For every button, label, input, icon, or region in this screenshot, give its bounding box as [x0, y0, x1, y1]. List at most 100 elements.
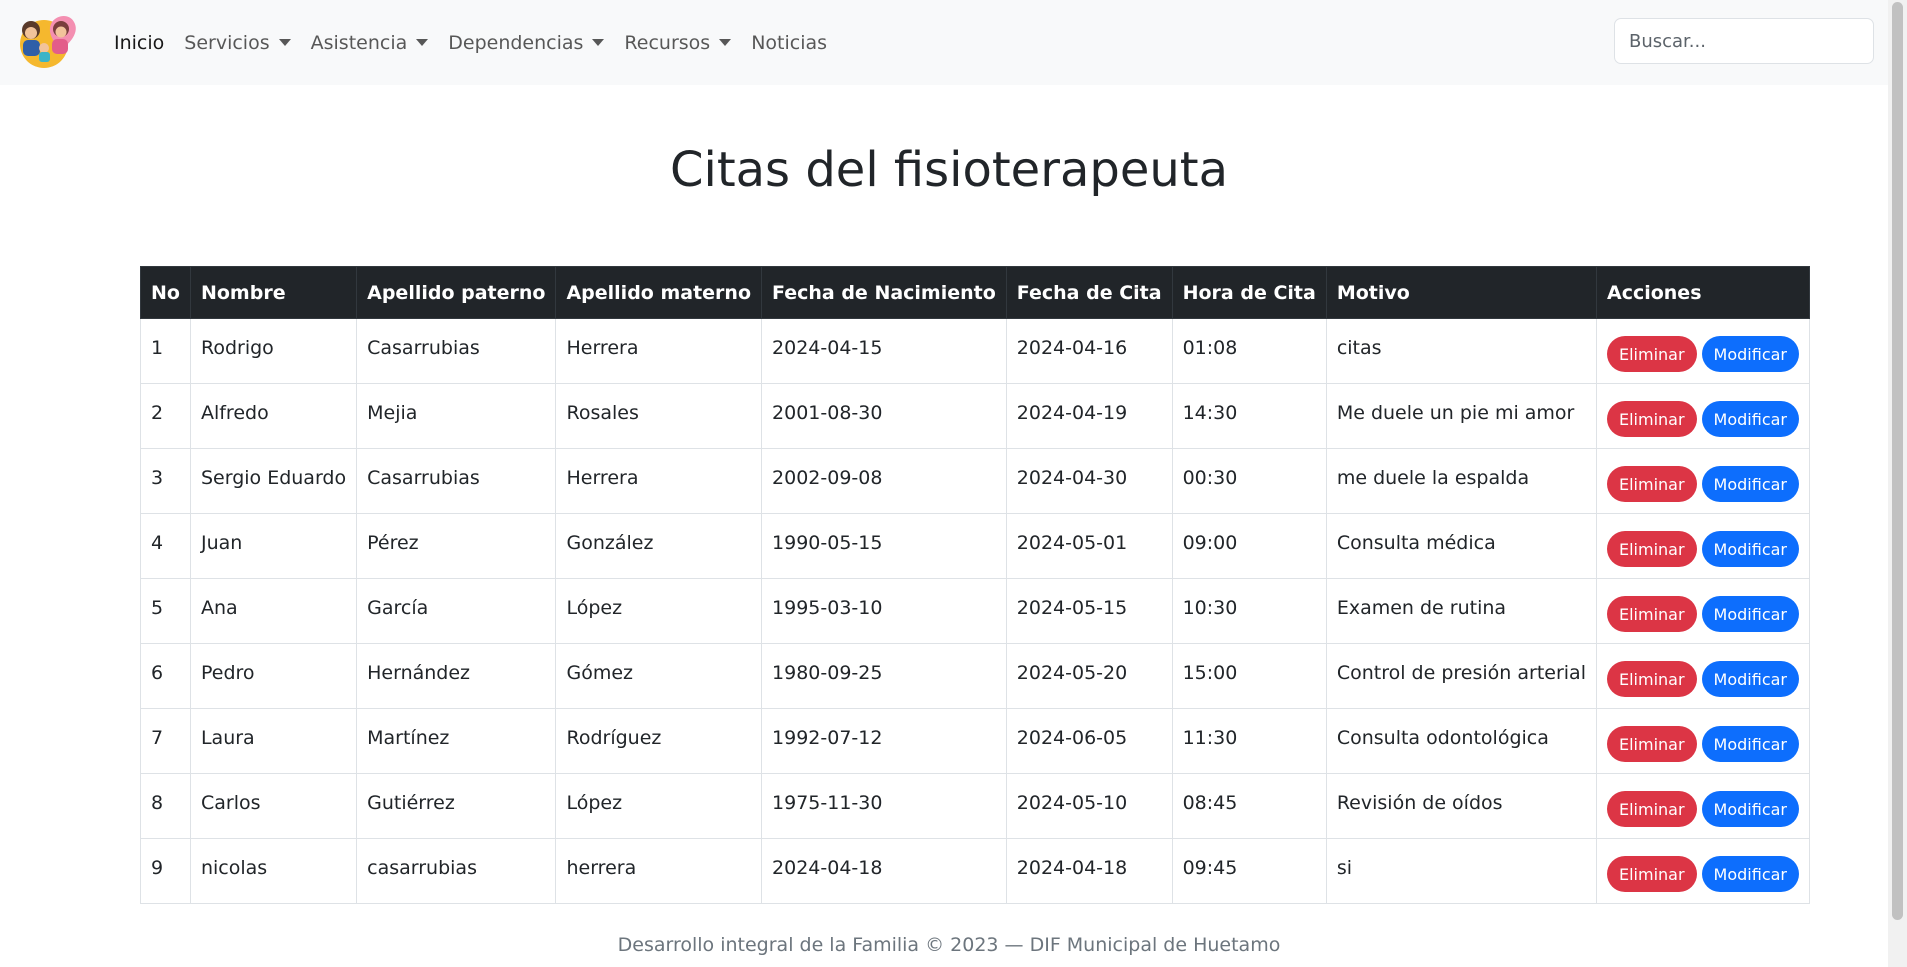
cell-hora-cita: 00:30 — [1171, 448, 1327, 514]
modify-button[interactable]: Modificar — [1701, 531, 1799, 567]
search-input[interactable] — [1614, 18, 1874, 64]
cell-apellido-materno: Herrera — [555, 448, 763, 514]
cell-fecha-cita: 2024-06-05 — [1005, 708, 1173, 774]
footer: Desarrollo integral de la Familia © 2023… — [617, 934, 1281, 956]
cell-no: 8 — [140, 773, 191, 839]
cell-fecha-nacimiento: 1992-07-12 — [761, 708, 1007, 774]
scrollbar-thumb[interactable] — [1892, 2, 1903, 920]
cell-no: 1 — [140, 318, 191, 384]
delete-button[interactable]: Eliminar — [1606, 466, 1697, 502]
cell-hora-cita: 15:00 — [1171, 643, 1327, 709]
family-logo-icon[interactable] — [14, 12, 84, 70]
cell-apellido-paterno: Casarrubias — [356, 318, 557, 384]
cell-apellido-materno: González — [555, 513, 763, 579]
nav-servicios-label: Servicios — [184, 31, 270, 54]
cell-acciones: Eliminar Modificar — [1595, 513, 1811, 579]
delete-button[interactable]: Eliminar — [1606, 596, 1697, 632]
navbar: Inicio Servicios Asistencia Dependencias… — [0, 0, 1888, 85]
cell-hora-cita: 01:08 — [1171, 318, 1327, 384]
table-header-row: No Nombre Apellido paterno Apellido mate… — [140, 266, 1811, 319]
column-header-apellido-paterno: Apellido paterno — [356, 266, 557, 319]
cell-hora-cita: 09:45 — [1171, 838, 1327, 904]
nav-dependencias-dropdown[interactable]: Dependencias — [448, 31, 605, 54]
cell-acciones: Eliminar Modificar — [1595, 578, 1811, 644]
table-row: 9 nicolas casarrubias herrera 2024-04-18 2024… — [140, 838, 1811, 904]
cell-no: 4 — [140, 513, 191, 579]
cell-no: 5 — [140, 578, 191, 644]
modify-button[interactable]: Modificar — [1701, 726, 1799, 762]
modify-button[interactable]: Modificar — [1701, 791, 1799, 827]
table-body: 1 Rodrigo Casarrubias Herrera 2024-04-15 2024… — [140, 318, 1811, 904]
cell-apellido-paterno: Martínez — [356, 708, 557, 774]
column-header-apellido-materno: Apellido materno — [555, 266, 763, 319]
table-row: 7 Laura Martínez Rodríguez 1992-07-12 2024-06… — [140, 708, 1811, 774]
cell-acciones: Eliminar Modificar — [1595, 643, 1811, 709]
cell-motivo: Revisión de oídos — [1325, 773, 1597, 839]
column-header-no: No — [140, 266, 191, 319]
cell-motivo: Consulta odontológica — [1325, 708, 1597, 774]
cell-apellido-paterno: García — [356, 578, 557, 644]
modify-button[interactable]: Modificar — [1701, 466, 1799, 502]
delete-button[interactable]: Eliminar — [1606, 336, 1697, 372]
cell-no: 3 — [140, 448, 191, 514]
column-header-hora-cita: Hora de Cita — [1171, 266, 1327, 319]
cell-apellido-paterno: Pérez — [356, 513, 557, 579]
nav-asistencia-dropdown[interactable]: Asistencia — [311, 32, 429, 54]
modify-button[interactable]: Modificar — [1701, 401, 1799, 437]
cell-apellido-materno: herrera — [555, 838, 763, 904]
cell-fecha-cita: 2024-04-16 — [1005, 318, 1173, 384]
table-row: 1 Rodrigo Casarrubias Herrera 2024-04-15 2024… — [140, 318, 1811, 384]
table-row: 5 Ana García López 1995-03-10 2024-05-15 10:30… — [140, 578, 1811, 644]
cell-acciones: Eliminar Modificar — [1595, 318, 1811, 384]
column-header-nombre: Nombre — [189, 266, 358, 319]
modify-button[interactable]: Modificar — [1701, 661, 1799, 697]
cell-hora-cita: 10:30 — [1171, 578, 1327, 644]
delete-button[interactable]: Eliminar — [1606, 726, 1697, 762]
cell-motivo: Consulta médica — [1325, 513, 1597, 579]
cell-no: 6 — [140, 643, 191, 709]
nav-dependencias-label: Dependencias — [448, 31, 584, 54]
nav-asistencia-label: Asistencia — [310, 31, 408, 54]
cell-acciones: Eliminar Modificar — [1595, 838, 1811, 904]
nav-recursos-dropdown[interactable]: Recursos — [624, 32, 732, 54]
caret-down-icon — [592, 39, 605, 46]
nav-servicios-dropdown[interactable]: Servicios — [184, 31, 291, 54]
column-header-acciones: Acciones — [1595, 266, 1811, 319]
cell-nombre: Sergio Eduardo — [189, 448, 358, 514]
table-row: 4 Juan Pérez González 1990-05-15 2024-05-01 09… — [140, 513, 1811, 579]
delete-button[interactable]: Eliminar — [1606, 661, 1697, 697]
cell-fecha-nacimiento: 2001-08-30 — [761, 383, 1007, 449]
cell-hora-cita: 11:30 — [1171, 708, 1327, 774]
modify-button[interactable]: Modificar — [1701, 336, 1799, 372]
nav-inicio[interactable]: Inicio — [114, 32, 164, 54]
delete-button[interactable]: Eliminar — [1606, 531, 1697, 567]
cell-acciones: Eliminar Modificar — [1595, 708, 1811, 774]
cell-nombre: Ana — [189, 578, 358, 644]
delete-button[interactable]: Eliminar — [1606, 856, 1697, 892]
nav-noticias[interactable]: Noticias — [751, 32, 827, 54]
delete-button[interactable]: Eliminar — [1606, 791, 1697, 827]
cell-nombre: Alfredo — [189, 383, 358, 449]
cell-fecha-cita: 2024-05-10 — [1005, 773, 1173, 839]
cell-apellido-materno: López — [555, 578, 763, 644]
cell-hora-cita: 14:30 — [1171, 383, 1327, 449]
nav-noticias-label: Noticias — [751, 31, 828, 54]
cell-apellido-materno: Rodríguez — [555, 708, 763, 774]
cell-apellido-paterno: Mejia — [356, 383, 557, 449]
delete-button[interactable]: Eliminar — [1606, 401, 1697, 437]
cell-acciones: Eliminar Modificar — [1595, 383, 1811, 449]
nav-links: Inicio Servicios Asistencia Dependencias… — [114, 0, 847, 85]
cell-fecha-cita: 2024-04-18 — [1005, 838, 1173, 904]
cell-no: 2 — [140, 383, 191, 449]
cell-nombre: Pedro — [189, 643, 358, 709]
table-row: 2 Alfredo Mejia Rosales 2001-08-30 2024-04-19… — [140, 383, 1811, 449]
modify-button[interactable]: Modificar — [1701, 596, 1799, 632]
cell-apellido-paterno: casarrubias — [356, 838, 557, 904]
cell-fecha-nacimiento: 2024-04-18 — [761, 838, 1007, 904]
cell-motivo: Me duele un pie mi amor — [1325, 383, 1597, 449]
cell-nombre: Carlos — [189, 773, 358, 839]
cell-apellido-paterno: Hernández — [356, 643, 557, 709]
modify-button[interactable]: Modificar — [1701, 856, 1799, 892]
cell-motivo: Examen de rutina — [1325, 578, 1597, 644]
cell-fecha-cita: 2024-05-20 — [1005, 643, 1173, 709]
